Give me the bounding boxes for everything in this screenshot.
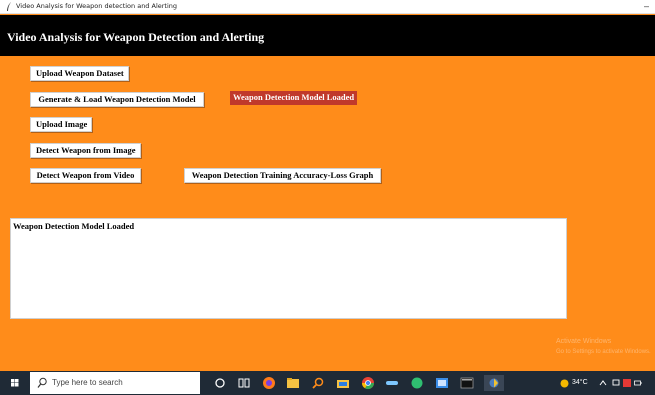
firefox-icon[interactable] [261,375,277,391]
search-app-icon[interactable] [310,375,326,391]
upload-dataset-button[interactable]: Upload Weapon Dataset [30,66,129,81]
output-text: Weapon Detection Model Loaded [13,221,135,231]
generate-model-button[interactable]: Generate & Load Weapon Detection Model [30,92,204,107]
edge-icon[interactable] [384,375,400,391]
window-title: Video Analysis for Weapon detection and … [16,2,178,10]
window-title-bar: Video Analysis for Weapon detection and … [0,0,655,14]
search-placeholder: Type here to search [52,378,123,387]
windows-logo-icon [11,379,19,387]
terminal-icon[interactable] [459,375,475,391]
search-icon [37,377,47,388]
minimize-button[interactable]: – [644,0,649,12]
watermark-line-1: Activate Windows [556,338,612,345]
red-app-tray-icon[interactable] [623,379,631,387]
green-app-icon[interactable] [409,375,425,391]
start-button[interactable] [0,371,30,395]
detect-video-button[interactable]: Detect Weapon from Video [30,168,141,183]
python-app-icon[interactable] [484,375,504,391]
battery-icon[interactable] [634,379,642,387]
app-header: Video Analysis for Weapon Detection and … [0,15,655,56]
accuracy-loss-graph-button[interactable]: Weapon Detection Training Accuracy-Loss … [184,168,381,183]
photos-icon[interactable] [434,375,450,391]
weather-sun-icon[interactable] [560,379,569,388]
taskbar: Type here to search 34°C [0,371,655,395]
chevron-up-icon[interactable] [599,379,607,387]
watermark-line-2: Go to Settings to activate Windows. [556,349,651,355]
cortana-icon[interactable] [212,375,228,391]
activation-watermark: Activate Windows Go to Settings to activ… [556,337,651,357]
detect-image-button[interactable]: Detect Weapon from Image [30,143,141,158]
page-title: Video Analysis for Weapon Detection and … [7,30,265,44]
taskbar-search-box[interactable]: Type here to search [30,372,200,394]
upload-image-button[interactable]: Upload Image [30,117,92,132]
task-view-icon[interactable] [236,375,252,391]
model-status-label: Weapon Detection Model Loaded [230,91,358,105]
file-explorer-icon[interactable] [285,375,301,391]
network-icon[interactable] [612,379,620,387]
store-icon[interactable] [335,375,351,391]
feather-icon [7,2,11,11]
system-tray: 34°C [558,371,655,395]
output-text-area[interactable]: Weapon Detection Model Loaded [10,218,567,319]
chrome-icon[interactable] [360,375,376,391]
temperature-readout[interactable]: 34°C [572,379,588,386]
